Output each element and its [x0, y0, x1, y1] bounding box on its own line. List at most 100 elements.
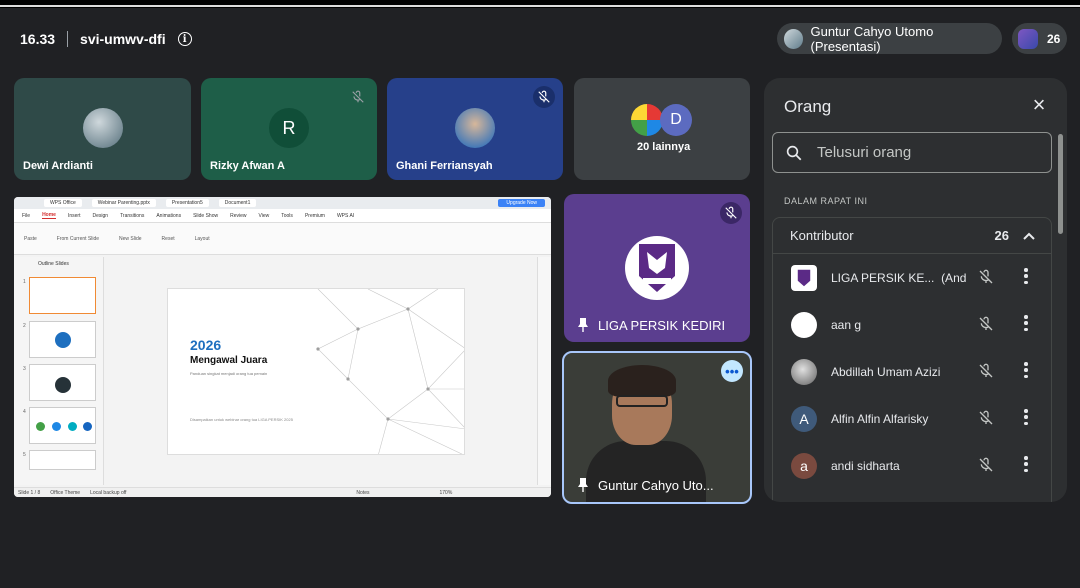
- participant-tile-dewi[interactable]: Dewi Ardianti: [14, 78, 191, 180]
- you-label: (Anda): [941, 270, 966, 285]
- menu-item: Premium: [304, 212, 325, 219]
- participant-count: 26: [1047, 31, 1061, 46]
- person-name-text: LIGA PERSIK KE...: [831, 270, 935, 285]
- people-panel: Orang × Telusuri orang DALAM RAPAT INI K…: [764, 78, 1067, 502]
- chevron-up-icon: [1023, 232, 1035, 240]
- person-name: Alfin Alfin Alfarisky: [831, 411, 929, 426]
- thumb-number: 1: [23, 279, 26, 285]
- section-label: DALAM RAPAT INI: [784, 196, 868, 206]
- more-vert-icon[interactable]: [1024, 456, 1028, 472]
- menu-item: File: [22, 212, 31, 219]
- search-icon: [786, 145, 802, 160]
- participants-avatar: [1018, 28, 1038, 49]
- more-vert-icon[interactable]: [1024, 268, 1028, 284]
- participant-tile-liga-persik[interactable]: LIGA PERSIK KEDIRI: [564, 194, 750, 342]
- presenter-avatar: [784, 28, 804, 49]
- search-placeholder: Telusuri orang: [817, 144, 912, 161]
- list-item[interactable]: Abdillah Umam Azizi: [773, 348, 1053, 395]
- status-notes: Notes: [356, 489, 370, 496]
- slide-title: Mengawal Juara: [190, 355, 268, 366]
- ribbon-item: New Slide: [119, 235, 142, 242]
- mic-off-icon: [979, 457, 993, 472]
- others-label: 20 lainnya: [637, 141, 691, 153]
- menu-item: Slide Show: [193, 212, 219, 219]
- status-backup: Local backup off: [90, 489, 127, 496]
- shared-screen: WPS Office Webinar Parenting.pptx Presen…: [14, 197, 551, 497]
- mic-off-icon: [533, 86, 555, 108]
- people-search-input[interactable]: Telusuri orang: [772, 132, 1052, 173]
- panel-title: Orang: [784, 97, 832, 116]
- menu-item: WPS AI: [336, 212, 355, 219]
- panel-scrollbar[interactable]: [1058, 134, 1063, 234]
- participants-chip[interactable]: 26: [1012, 23, 1067, 54]
- avatar: A: [791, 405, 817, 432]
- mic-off-icon: [979, 316, 993, 331]
- tab-app: WPS Office: [44, 199, 82, 207]
- group-label: Kontributor: [790, 228, 854, 243]
- avatar: [791, 264, 817, 291]
- thumb-number: 4: [23, 409, 26, 415]
- person-hair: [608, 365, 676, 397]
- participant-tile-ghani[interactable]: Ghani Ferriansyah: [387, 78, 563, 180]
- divider: [67, 31, 69, 47]
- thumb-number: 3: [23, 366, 26, 372]
- presenter-chip[interactable]: Guntur Cahyo Utomo (Presentasi): [777, 23, 1002, 54]
- list-item[interactable]: a andi sidharta: [773, 442, 1053, 489]
- group-header[interactable]: Kontributor 26: [773, 218, 1051, 254]
- group-count: 26: [994, 228, 1009, 243]
- app-titlebar: WPS Office Webinar Parenting.pptx Presen…: [14, 197, 551, 209]
- ribbon-item: From Current Slide: [56, 235, 100, 242]
- info-icon[interactable]: i: [177, 32, 192, 46]
- contributors-group: Kontributor 26 LIGA PERSIK KE... (Anda) …: [772, 217, 1052, 502]
- slide-thumbnail: [29, 364, 96, 401]
- more-vert-icon[interactable]: [1024, 362, 1028, 378]
- tab-doc: Webinar Parenting.pptx: [91, 199, 156, 207]
- menu-item: Review: [230, 212, 247, 219]
- app-statusbar: Slide 1 / 8 Office Theme Local backup of…: [14, 487, 551, 497]
- menu-item: Tools: [281, 212, 293, 219]
- slide-thumbnail: [29, 450, 96, 470]
- participant-name-row: Guntur Cahyo Uto...: [577, 477, 714, 493]
- avatar: D: [660, 104, 692, 136]
- status-slide: Slide 1 / 8: [18, 489, 41, 496]
- meeting-code: svi-umwv-dfi: [80, 31, 166, 47]
- person-name: aan g: [831, 317, 862, 332]
- avatar: [791, 311, 817, 338]
- thumb-number: 5: [23, 452, 26, 458]
- participant-name: LIGA PERSIK KEDIRI: [598, 317, 726, 333]
- clock: 16.33: [20, 31, 56, 47]
- list-item[interactable]: A Alfin Alfin Alfarisky: [773, 395, 1053, 442]
- menu-item: Design: [92, 212, 109, 219]
- list-item[interactable]: LIGA PERSIK KE... (Anda): [773, 254, 1053, 301]
- avatar: [631, 104, 663, 136]
- menu-item: Transitions: [120, 212, 145, 219]
- person-name: andi sidharta: [831, 458, 900, 473]
- slide-subtitle: Panduan singkat menjadi orang tua pemain: [190, 371, 268, 376]
- participant-tile-guntur[interactable]: ••• Guntur Cahyo Uto...: [562, 351, 752, 504]
- more-options-button[interactable]: •••: [721, 360, 743, 382]
- pin-icon: [578, 318, 588, 332]
- person-name: LIGA PERSIK KE... (Anda): [831, 271, 966, 285]
- avatar: R: [269, 108, 309, 148]
- more-vert-icon[interactable]: [1024, 315, 1028, 331]
- slide-footer: Disampaikan untuk webinar orang tua LIGA…: [190, 417, 293, 422]
- more-vert-icon[interactable]: [1024, 409, 1028, 425]
- slide-thumbnail: [29, 321, 96, 358]
- avatar: [455, 108, 495, 148]
- ribbon-item: Paste: [24, 235, 37, 242]
- participant-tile-rizky[interactable]: R Rizky Afwan A: [201, 78, 377, 180]
- person-name: Abdillah Umam Azizi: [831, 364, 941, 379]
- close-icon[interactable]: ×: [1028, 94, 1050, 116]
- avatar: [82, 108, 123, 148]
- presenter-label: Guntur Cahyo Utomo (Presentasi): [810, 23, 934, 54]
- slide-thumbnail: [29, 407, 96, 444]
- meet-screen: 16.33 svi-umwv-dfi i Guntur Cahyo Utomo …: [0, 0, 1080, 588]
- mic-off-icon: [979, 269, 993, 284]
- pin-icon: [578, 478, 588, 492]
- ribbon-item: Reset: [161, 235, 175, 242]
- list-item[interactable]: aan g: [773, 301, 1053, 348]
- tab-doc: Document1: [218, 199, 257, 207]
- top-strip: [0, 0, 1080, 8]
- others-tile[interactable]: D 20 lainnya: [574, 78, 750, 180]
- upgrade-button: Upgrade Now: [498, 199, 545, 207]
